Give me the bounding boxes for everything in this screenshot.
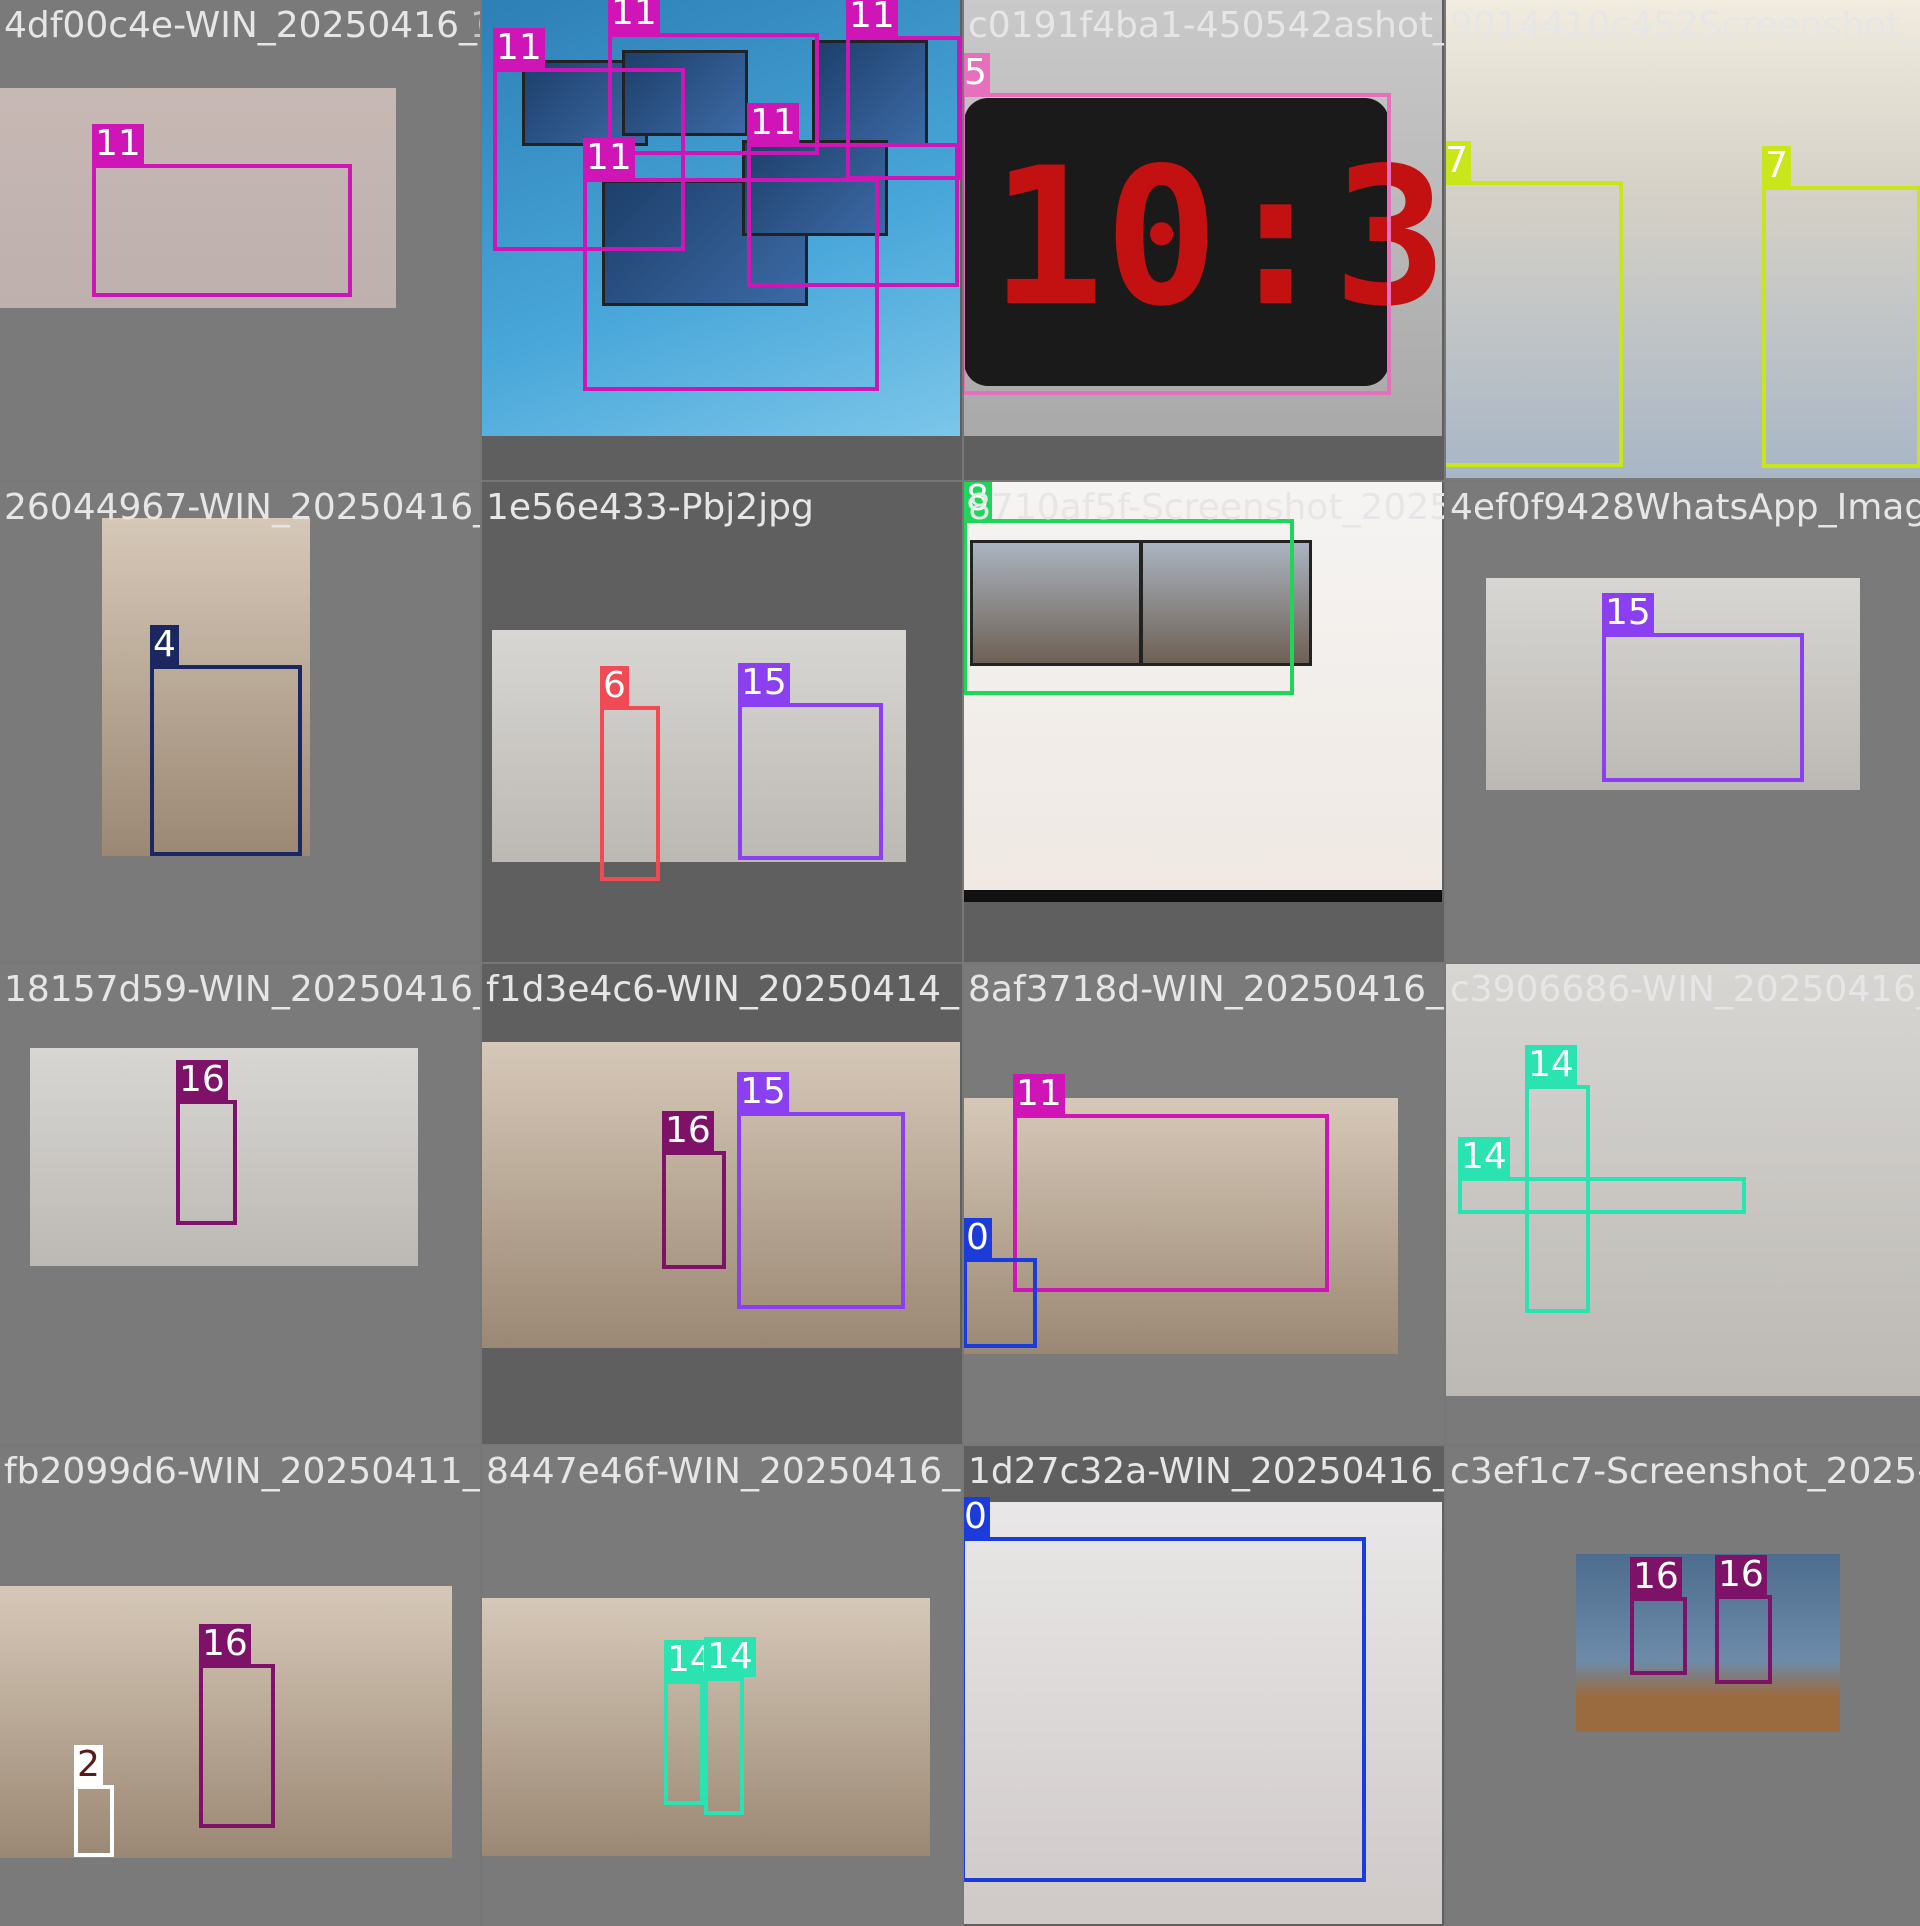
image-tile: 9014410c452Screenshot_2025 7 7 bbox=[1446, 0, 1920, 480]
image-filename: 4df00c4e-WIN_20250416_0 bbox=[4, 5, 480, 46]
image-tile: c3906686-WIN_20250416_0 14 14 bbox=[1446, 964, 1920, 1444]
detection-box: 16 bbox=[1715, 1555, 1772, 1684]
detection-box: 15 bbox=[1602, 593, 1804, 782]
class-label: 4 bbox=[150, 625, 179, 665]
class-label: 11 bbox=[583, 138, 635, 178]
detection-box: 2 bbox=[74, 1745, 114, 1857]
image-tile: 18157d59-WIN_20250416_0 16 bbox=[0, 964, 480, 1444]
class-label: 0 bbox=[964, 1218, 992, 1258]
detection-box: 16 bbox=[176, 1060, 237, 1225]
image-filename: c3906686-WIN_20250416_0 bbox=[1450, 969, 1920, 1010]
image-filename: c3ef1c7-Screenshot_2025- bbox=[1450, 1451, 1920, 1492]
detection-box: 16 bbox=[199, 1624, 275, 1828]
detection-box: 14 bbox=[1458, 1137, 1746, 1214]
image-tile: 26044967-WIN_20250416_0 4 bbox=[0, 482, 480, 962]
class-label: 7 bbox=[1446, 141, 1471, 181]
image-filename: 26044967-WIN_20250416_0 bbox=[4, 487, 480, 528]
image-tile: f1d3e4c6-WIN_20250414_14 16 15 bbox=[482, 964, 962, 1444]
class-label: 15 bbox=[738, 663, 790, 703]
image-tile: 4ef0f9428WhatsApp_Image_ 15 bbox=[1446, 482, 1920, 962]
class-label: 11 bbox=[747, 103, 799, 143]
detection-box: 4 bbox=[150, 625, 302, 856]
detection-box: 11 bbox=[92, 124, 352, 297]
detection-box: 8 bbox=[964, 482, 1294, 695]
image-tile: 8710af5f-Screenshot_2025-0 8 bbox=[964, 482, 1444, 962]
detection-box: 16 bbox=[1630, 1557, 1687, 1675]
image-filename: 18157d59-WIN_20250416_0 bbox=[4, 969, 480, 1010]
class-label: 2 bbox=[74, 1745, 103, 1785]
image-filename-overlap: 1a814_a10Pscjcgnsho bbox=[470, 4, 480, 48]
detection-box: 11 bbox=[747, 103, 959, 287]
image-filename: 8447e46f-WIN_20250416_0 bbox=[486, 1451, 962, 1492]
class-label: 5 bbox=[964, 53, 990, 93]
image-tile: 11 11 11 11 11 bbox=[482, 0, 962, 480]
image-tile: c3ef1c7-Screenshot_2025- 16 16 bbox=[1446, 1446, 1920, 1926]
class-label: 16 bbox=[1630, 1557, 1682, 1597]
class-label: 0 bbox=[964, 1497, 990, 1537]
detection-box: 5 bbox=[964, 53, 1391, 395]
detection-box: 16 bbox=[662, 1111, 726, 1269]
detection-box: 0 bbox=[964, 1218, 1037, 1348]
desk-edge bbox=[964, 890, 1442, 902]
class-label: 14 bbox=[1458, 1137, 1510, 1177]
class-label: 16 bbox=[1715, 1555, 1767, 1595]
class-label: 7 bbox=[1762, 146, 1791, 186]
image-filename: 4ef0f9428WhatsApp_Image_ bbox=[1450, 487, 1920, 528]
detection-box: 14 bbox=[704, 1637, 756, 1815]
image-filename: c0191f4ba1-450542ashot_2025- bbox=[968, 5, 1444, 46]
class-label: 11 bbox=[846, 0, 898, 36]
class-label: 16 bbox=[662, 1111, 714, 1151]
image-filename: 1d27c32a-WIN_20250416_0 bbox=[968, 1451, 1444, 1492]
class-label: 11 bbox=[92, 124, 144, 164]
detection-box: 7 bbox=[1446, 141, 1623, 467]
sample-photo bbox=[1576, 1554, 1840, 1732]
detection-box: 6 bbox=[600, 666, 660, 881]
detection-box: 0 bbox=[964, 1497, 1366, 1882]
image-filename: 8710af5f-Screenshot_2025-0 bbox=[968, 487, 1444, 528]
class-label: 16 bbox=[199, 1624, 251, 1664]
class-label: 14 bbox=[1525, 1045, 1577, 1085]
detection-box: 11 bbox=[1013, 1074, 1329, 1292]
class-label: 11 bbox=[608, 0, 660, 33]
image-filename: fb2099d6-WIN_20250411_1 bbox=[4, 1451, 480, 1492]
image-filename: 8af3718d-WIN_20250416_0 bbox=[968, 969, 1444, 1010]
class-label: 11 bbox=[1013, 1074, 1065, 1114]
image-filename: 1e56e433-Pbj2jpg bbox=[486, 487, 814, 528]
class-label: 15 bbox=[1602, 593, 1654, 633]
class-label: 15 bbox=[737, 1072, 789, 1112]
class-label: 16 bbox=[176, 1060, 228, 1100]
mosaic-grid: 4df00c4e-WIN_20250416_01a814_a10Pscjcgns… bbox=[0, 0, 1920, 1926]
image-tile: 8447e46f-WIN_20250416_0 14 14 bbox=[482, 1446, 962, 1926]
image-tile: 10:30c0191f4ba1-450542ashot_2025-5 bbox=[964, 0, 1444, 480]
image-tile: 8af3718d-WIN_20250416_0 11 0 bbox=[964, 964, 1444, 1444]
image-tile: 4df00c4e-WIN_20250416_01a814_a10Pscjcgns… bbox=[0, 0, 480, 480]
image-tile: fb2099d6-WIN_20250411_1 16 2 bbox=[0, 1446, 480, 1926]
class-label: 14 bbox=[704, 1637, 756, 1677]
class-label: 11 bbox=[493, 28, 545, 68]
detection-box: 7 bbox=[1762, 146, 1920, 468]
detection-box: 15 bbox=[738, 663, 883, 860]
class-label: 6 bbox=[600, 666, 629, 706]
detection-box: 15 bbox=[737, 1072, 905, 1309]
detection-box: 14 bbox=[664, 1640, 716, 1805]
image-tile: 1d27c32a-WIN_20250416_0 0 bbox=[964, 1446, 1444, 1926]
image-tile: 1e56e433-Pbj2jpg 6 15 bbox=[482, 482, 962, 962]
image-filename: f1d3e4c6-WIN_20250414_14 bbox=[486, 969, 962, 1010]
image-filename: 9014410c452Screenshot_2025 bbox=[1450, 5, 1920, 46]
